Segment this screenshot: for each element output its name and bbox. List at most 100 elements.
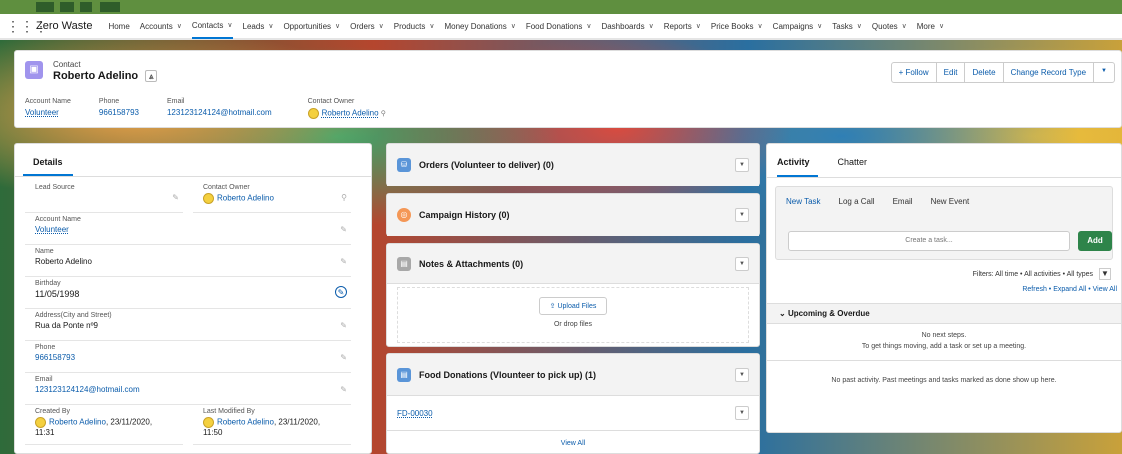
- campaign-title[interactable]: Campaign History (0): [419, 210, 735, 220]
- nav-item-label: Quotes: [871, 21, 898, 31]
- field-label: Name: [35, 248, 54, 255]
- chevron-down-icon[interactable]: ∨: [177, 22, 182, 30]
- nav-item-products[interactable]: Products ∨: [394, 13, 435, 39]
- row-actions-icon[interactable]: ▼: [735, 406, 749, 420]
- tab-new-event[interactable]: New Event: [931, 197, 970, 206]
- chevron-down-icon[interactable]: ∨: [429, 22, 434, 30]
- field-label: Account Name: [25, 98, 71, 105]
- campaign-dropdown-icon[interactable]: ▼: [735, 208, 749, 222]
- edit-pencil-icon[interactable]: ✎: [340, 353, 347, 362]
- nav-item-price-books[interactable]: Price Books ∨: [711, 13, 763, 39]
- change-record-type-button[interactable]: Change Record Type: [1004, 63, 1095, 82]
- nav-item-label: Campaigns: [772, 21, 814, 31]
- record-header: ▣ Contact Roberto Adelino ⩓ + Follow Edi…: [14, 50, 1122, 128]
- chevron-down-icon[interactable]: ∨: [696, 22, 701, 30]
- owner-link[interactable]: Roberto Adelino ⚲: [307, 108, 386, 119]
- app-launcher-icon[interactable]: ⋮⋮⋮: [6, 18, 48, 35]
- account-link[interactable]: Volunteer: [25, 108, 71, 117]
- tab-new-task[interactable]: New Task: [786, 197, 821, 206]
- edit-button[interactable]: Edit: [937, 63, 966, 82]
- upcoming-overdue-section[interactable]: ⌄ Upcoming & Overdue: [767, 303, 1121, 324]
- nav-item-reports[interactable]: Reports ∨: [664, 13, 701, 39]
- no-past-activity: No past activity. Past meetings and task…: [831, 377, 1057, 384]
- chevron-down-icon[interactable]: ∨: [902, 22, 907, 30]
- food-donation-link[interactable]: FD-00030: [397, 409, 735, 418]
- upload-files-button[interactable]: ⇪ Upload Files: [538, 297, 608, 315]
- notes-dropdown-icon[interactable]: ▼: [735, 256, 749, 271]
- owner-name[interactable]: Roberto Adelino: [322, 109, 379, 118]
- nav-item-label: Dashboards: [601, 21, 645, 31]
- food-donations-icon: ▤: [397, 367, 411, 382]
- more-actions-icon[interactable]: ▼: [1094, 63, 1114, 82]
- edit-pencil-icon[interactable]: ✎: [340, 321, 347, 330]
- edit-pencil-icon[interactable]: ✎: [340, 385, 347, 394]
- edit-pencil-icon[interactable]: ✎: [335, 286, 347, 298]
- highlight-phone: Phone 966158793: [99, 98, 139, 119]
- hierarchy-icon[interactable]: ⩓: [145, 70, 158, 83]
- nav-item-contacts[interactable]: Contacts ∨: [191, 13, 233, 39]
- tab-log-call[interactable]: Log a Call: [839, 197, 875, 206]
- delete-button[interactable]: Delete: [965, 63, 1004, 82]
- change-owner-icon[interactable]: ⚲: [381, 111, 386, 118]
- tab-details[interactable]: Details: [23, 144, 73, 176]
- follow-button[interactable]: + Follow: [892, 63, 937, 82]
- nav-item-leads[interactable]: Leads ∨: [243, 13, 274, 39]
- chevron-down-icon[interactable]: ∨: [379, 22, 384, 30]
- nav-item-dashboards[interactable]: Dashboards ∨: [601, 13, 653, 39]
- nav-item-money-donations[interactable]: Money Donations ∨: [444, 13, 515, 39]
- file-drop-zone[interactable]: ⇪ Upload Files Or drop files: [397, 287, 749, 343]
- chevron-down-icon[interactable]: ∨: [649, 22, 654, 30]
- nav-item-food-donations[interactable]: Food Donations ∨: [526, 13, 592, 39]
- change-owner-icon[interactable]: ⚲: [341, 193, 347, 202]
- chevron-down-icon[interactable]: ∨: [817, 22, 822, 30]
- account-link[interactable]: Volunteer: [35, 225, 351, 234]
- nav-item-tasks[interactable]: Tasks ∨: [832, 13, 862, 39]
- phone-link[interactable]: 966158793: [99, 108, 139, 117]
- orders-title[interactable]: Orders (Volunteer to deliver) (0): [419, 160, 735, 170]
- field-label: Account Name: [35, 216, 81, 223]
- tab-email[interactable]: Email: [893, 197, 913, 206]
- owner-link[interactable]: Roberto Adelino: [217, 194, 274, 203]
- nav-item-quotes[interactable]: Quotes ∨: [872, 13, 907, 39]
- activity-controls[interactable]: Refresh • Expand All • View All: [767, 280, 1121, 293]
- chevron-down-icon[interactable]: ∨: [857, 22, 862, 30]
- email-link[interactable]: 123123124124@hotmail.com: [35, 385, 351, 394]
- create-task-input[interactable]: Create a task...: [788, 231, 1070, 251]
- edit-pencil-icon[interactable]: ✎: [340, 225, 347, 234]
- tab-activity[interactable]: Activity: [777, 144, 818, 177]
- nav-item-accounts[interactable]: Accounts ∨: [140, 13, 182, 39]
- highlight-account: Account Name Volunteer: [25, 98, 71, 119]
- field-contact-owner: Contact Owner Roberto Adelino ⚲: [193, 181, 351, 213]
- global-nav: ⋮⋮⋮ Zero Waste Home Accounts ∨ Contacts ∨ Lea…: [0, 14, 1122, 40]
- notes-title[interactable]: Notes & Attachments (0): [419, 259, 735, 269]
- chevron-down-icon[interactable]: ∨: [227, 21, 232, 29]
- nav-item-orders[interactable]: Orders ∨: [350, 13, 384, 39]
- edit-pencil-icon[interactable]: ✎: [172, 193, 179, 202]
- food-donations-dropdown-icon[interactable]: ▼: [735, 367, 749, 382]
- chevron-down-icon[interactable]: ∨: [268, 22, 273, 30]
- orders-dropdown-icon[interactable]: ▼: [735, 158, 749, 172]
- phone-link[interactable]: 966158793: [35, 353, 351, 362]
- created-by-link[interactable]: Roberto Adelino: [49, 418, 106, 427]
- view-all-link[interactable]: View All: [387, 431, 759, 447]
- field-phone: Phone 966158793 ✎: [25, 341, 351, 373]
- add-task-button[interactable]: Add: [1078, 231, 1112, 251]
- edit-pencil-icon[interactable]: ✎: [340, 257, 347, 266]
- upload-label: Upload Files: [557, 303, 597, 310]
- nav-item-opportunities[interactable]: Opportunities ∨: [283, 13, 340, 39]
- avatar: [35, 417, 46, 428]
- chevron-down-icon[interactable]: ∨: [511, 22, 516, 30]
- chevron-down-icon[interactable]: ∨: [335, 22, 340, 30]
- nav-item-more[interactable]: More ∨: [917, 13, 944, 39]
- food-donations-title[interactable]: Food Donations (Vlounteer to pick up) (1…: [419, 370, 735, 380]
- nav-item-home[interactable]: Home: [108, 13, 129, 39]
- nav-item-campaigns[interactable]: Campaigns ∨: [773, 13, 823, 39]
- chevron-down-icon[interactable]: ∨: [939, 22, 944, 30]
- chevron-down-icon[interactable]: ∨: [586, 22, 591, 30]
- tab-chatter[interactable]: Chatter: [838, 144, 876, 177]
- chevron-down-icon[interactable]: ∨: [758, 22, 763, 30]
- field-address: Address(City and Street) Rua da Ponte nº…: [25, 309, 351, 341]
- modified-by-link[interactable]: Roberto Adelino: [217, 418, 274, 427]
- filter-icon[interactable]: ▼: [1099, 268, 1111, 280]
- email-link[interactable]: 123123124124@hotmail.com: [167, 108, 272, 117]
